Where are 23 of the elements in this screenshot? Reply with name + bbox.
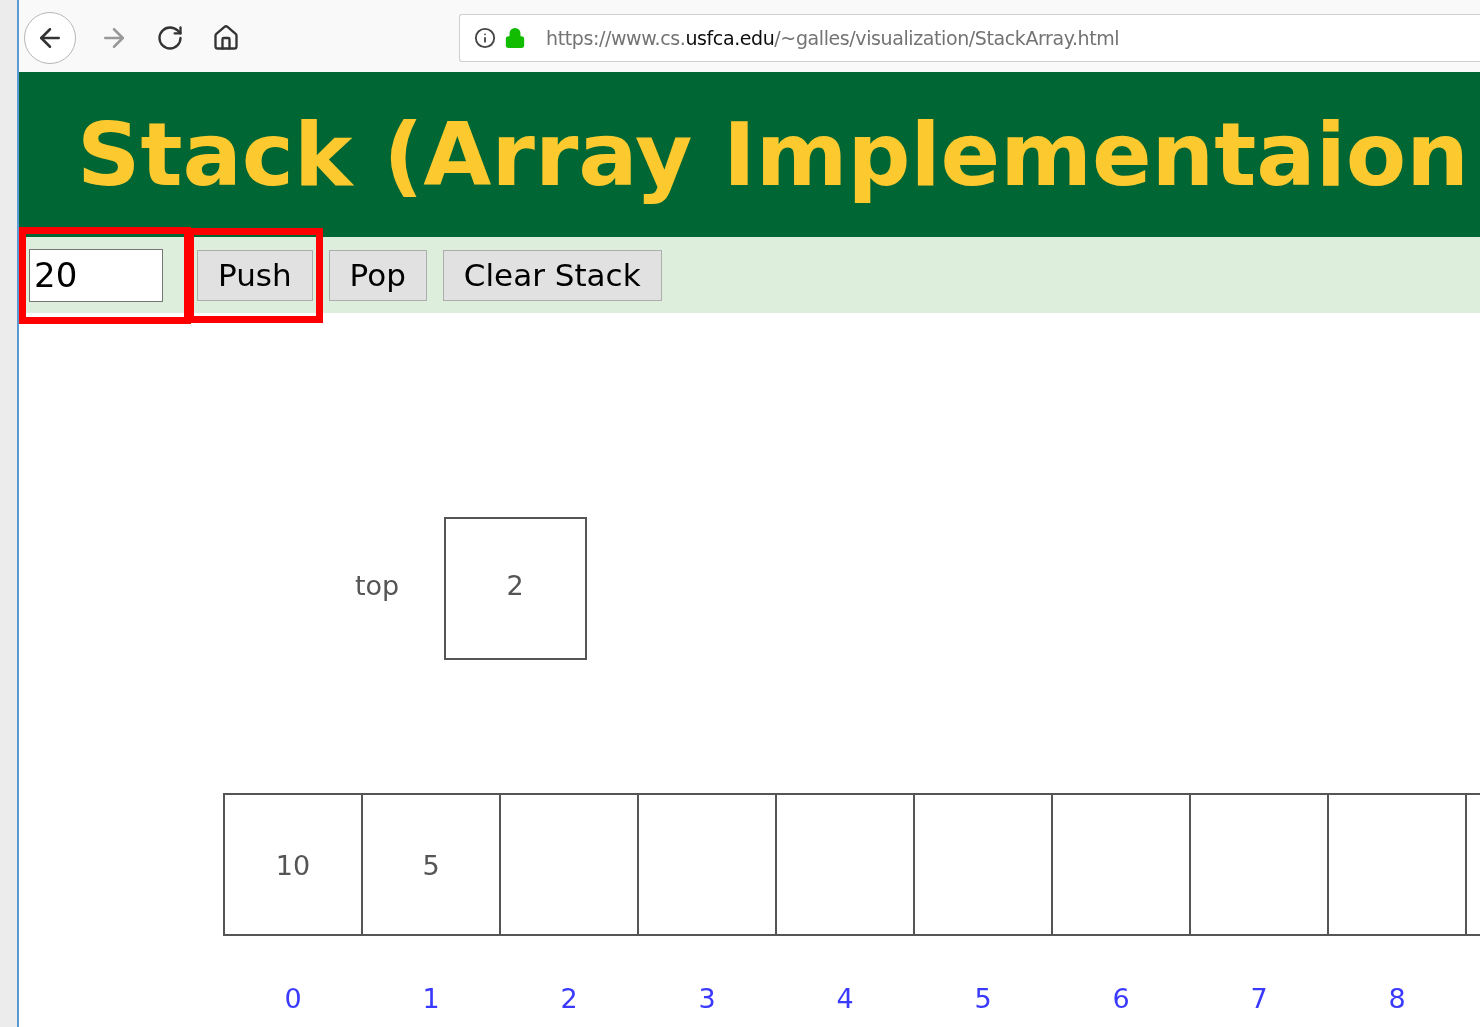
top-box: 2 [444,517,587,660]
index-label: 3 [698,983,716,1014]
index-label: 6 [1112,983,1130,1014]
index-label: 4 [836,983,854,1014]
index-label: 5 [974,983,992,1014]
index-label: 8 [1388,983,1406,1014]
page-title: Stack (Array Implementaion [77,103,1469,206]
action-button[interactable]: Clear Stack [442,249,662,301]
index-label: 1 [422,983,440,1014]
lock-icon [504,27,526,49]
index-label: 7 [1250,983,1268,1014]
index-label: 2 [560,983,578,1014]
cell-value: 10 [275,849,311,881]
address-bar[interactable]: https://www.cs.usfca.edu/~galles/visualization/StackArray.html [459,14,1480,62]
index-label: 0 [284,983,302,1014]
action-button[interactable]: Pop [328,249,427,301]
value-input[interactable]: 20 [29,248,163,302]
url-text: https://www.cs.usfca.edu/~galles/visualization/StackArray.html [546,27,1120,49]
info-icon [474,27,496,49]
back-button[interactable] [24,12,76,64]
top-label: top [354,570,400,601]
action-button[interactable]: Push [197,249,313,301]
cell-value: 5 [422,849,440,881]
